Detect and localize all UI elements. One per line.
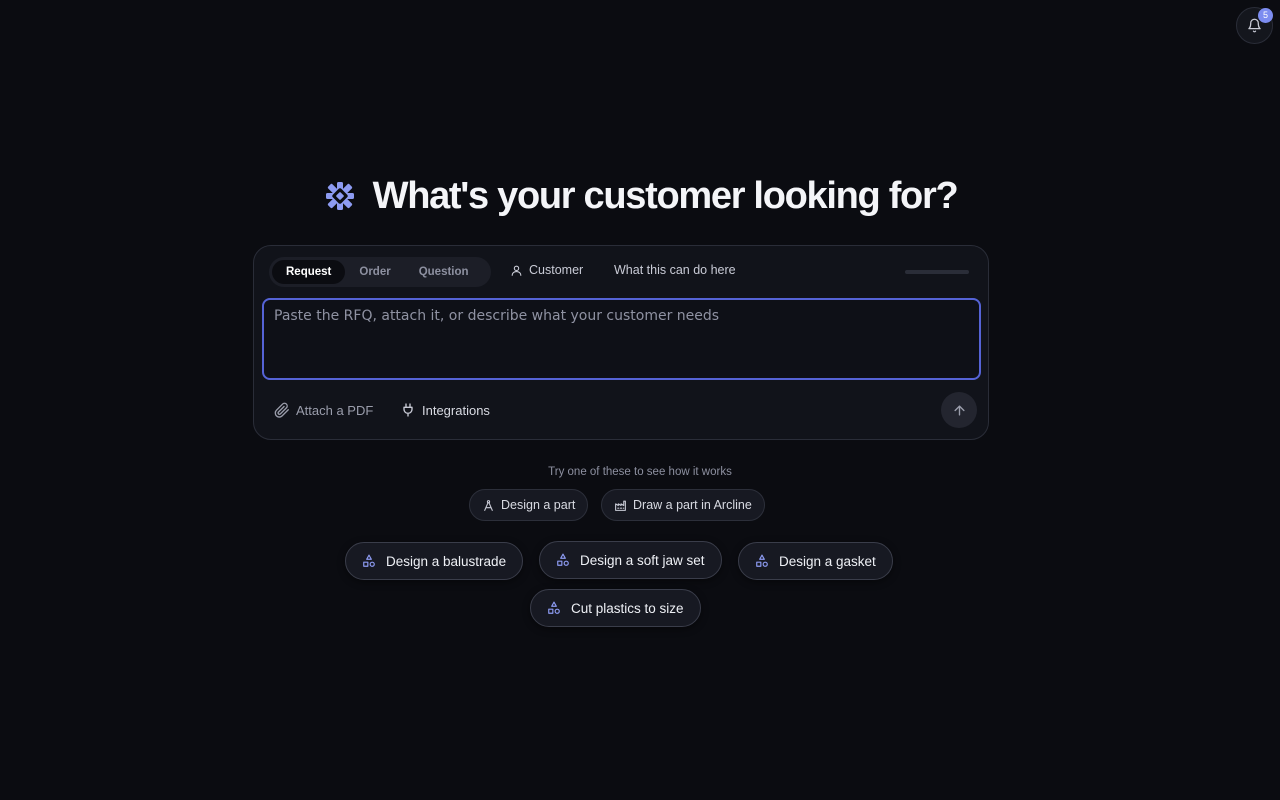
paperclip-icon [274,402,289,418]
example-cut-plastics[interactable]: Cut plastics to size [530,589,701,627]
send-button[interactable] [941,392,977,428]
arrow-up-icon [953,404,965,416]
brand-logo-icon [325,182,354,210]
integrations-label: Integrations [422,402,490,418]
attach-pdf-label: Attach a PDF [296,402,374,418]
example-label: Cut plastics to size [571,600,684,616]
example-label: Design a soft jaw set [580,552,705,568]
integrations-button[interactable]: Integrations [400,402,490,418]
chip-design-a-part[interactable]: Design a part [469,489,589,521]
compass-icon [484,499,493,511]
notifications-button[interactable]: 5 [1236,7,1273,44]
shapes-icon [756,554,768,567]
capabilities-label: What this can do here [614,263,736,277]
request-input-placeholder: Paste the RFQ, attach it, or describe wh… [274,308,720,324]
example-label: Design a gasket [779,553,876,569]
mode-tab-request[interactable]: Request [272,260,346,284]
shapes-icon [557,553,569,566]
customer-label: Customer [529,263,584,277]
mode-tab-order[interactable]: Order [345,260,404,284]
suggestions-hint: Try one of these to see how it works [548,466,732,478]
factory-icon [615,500,626,511]
shapes-icon [548,601,560,614]
example-design-balustrade[interactable]: Design a balustrade [345,542,524,580]
chip-draw-a-part[interactable]: Draw a part in Arcline [601,489,765,521]
example-design-soft-jaw-set[interactable]: Design a soft jaw set [539,541,722,579]
chip-label: Draw a part in Arcline [633,498,752,512]
request-composer: Request Order Question Customer What thi… [253,245,989,440]
attach-pdf-button[interactable]: Attach a PDF [274,402,373,418]
hero-heading: What's your customer looking for? [0,170,1280,222]
mode-switcher: Request Order Question [269,257,491,287]
progress-track [905,270,969,274]
plug-icon [403,403,413,417]
user-icon [511,265,522,276]
customer-selector[interactable]: Customer [510,263,583,277]
mode-tab-question[interactable]: Question [405,260,483,284]
capabilities-link[interactable]: What this can do here [614,263,736,277]
page-title: What's your customer looking for? [372,174,959,217]
example-label: Design a balustrade [386,553,507,569]
example-design-gasket[interactable]: Design a gasket [738,542,893,580]
chip-label: Design a part [501,498,576,512]
request-input[interactable]: Paste the RFQ, attach it, or describe wh… [262,298,981,380]
notification-count-badge: 5 [1258,8,1273,23]
shapes-icon [363,554,375,567]
